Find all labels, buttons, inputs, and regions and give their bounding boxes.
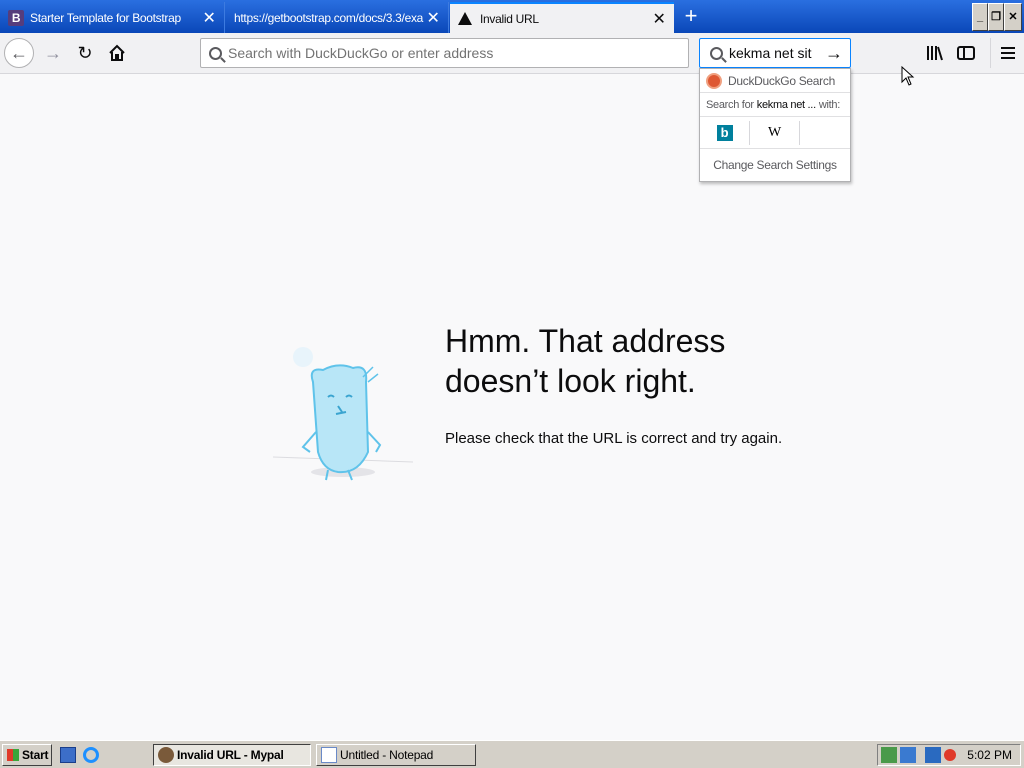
search-go-icon[interactable]: → [825, 43, 843, 64]
taskbar-item-notepad[interactable]: Untitled - Notepad [316, 744, 476, 766]
home-button[interactable] [102, 38, 132, 68]
home-icon [109, 44, 125, 61]
address-input[interactable] [228, 45, 668, 61]
clock[interactable]: 5:02 PM [967, 748, 1012, 762]
search-bar[interactable]: → [699, 38, 851, 68]
bing-icon: b [716, 124, 733, 141]
search-term: kekma net ... [756, 98, 816, 111]
error-page: Hmm. That address doesn’t look right. Pl… [0, 74, 1024, 740]
search-input[interactable] [729, 45, 815, 61]
wikipedia-icon: W [768, 124, 781, 140]
change-search-settings-button[interactable]: Change Search Settings [700, 149, 850, 181]
internet-explorer-icon[interactable] [83, 747, 99, 763]
new-tab-button[interactable]: + [678, 4, 704, 30]
minimize-button[interactable]: _ [972, 3, 988, 31]
restore-button[interactable]: ❐ [988, 3, 1004, 31]
close-tab-icon[interactable]: ✕ [650, 9, 668, 29]
menu-button[interactable] [990, 38, 1024, 68]
alternate-engines: b W [700, 117, 850, 149]
search-engine-header[interactable]: DuckDuckGo Search [700, 69, 850, 93]
tray-sound-muted-icon[interactable] [944, 749, 957, 761]
duckduckgo-icon [706, 72, 722, 89]
close-tab-icon[interactable]: ✕ [200, 8, 218, 28]
tray-app-icon[interactable] [881, 747, 898, 763]
library-icon [927, 46, 943, 61]
tray-connection-icon[interactable] [925, 747, 942, 763]
show-desktop-icon[interactable] [60, 747, 76, 763]
reload-button[interactable]: ↻ [70, 38, 100, 68]
notepad-icon [321, 747, 337, 763]
mypal-icon [158, 747, 174, 763]
wikipedia-engine-button[interactable]: W [750, 120, 800, 145]
start-button[interactable]: Start [2, 744, 52, 766]
sidebar-button[interactable] [951, 38, 981, 68]
tab-invalid-url[interactable]: Invalid URL ✕ [450, 2, 674, 33]
confused-mascot-illustration [272, 347, 414, 481]
navigation-toolbar: ← → ↻ → [0, 33, 1024, 74]
close-tab-icon[interactable]: ✕ [424, 8, 442, 28]
mouse-cursor-icon [901, 66, 915, 86]
forward-button[interactable]: → [38, 38, 68, 68]
address-bar[interactable] [200, 38, 689, 68]
system-tray: 5:02 PM [877, 744, 1021, 766]
tab-title: Invalid URL [480, 11, 539, 26]
search-for-label: Search for kekma net ... with: [700, 93, 850, 117]
search-icon [710, 46, 723, 60]
tab-starter-template[interactable]: B Starter Template for Bootstrap ✕ [0, 2, 225, 33]
hamburger-menu-icon [1000, 47, 1015, 59]
tray-network-icon[interactable] [900, 747, 917, 763]
taskbar-item-mypal[interactable]: Invalid URL - Mypal [153, 744, 311, 766]
tab-title: https://getbootstrap.com/docs/3.3/exa [234, 10, 424, 25]
tab-title: Starter Template for Bootstrap [30, 10, 181, 25]
library-button[interactable] [920, 38, 950, 68]
bootstrap-favicon-icon: B [8, 9, 24, 26]
error-title: Hmm. That address doesn’t look right. [445, 323, 726, 399]
search-engine-name: DuckDuckGo Search [728, 73, 835, 88]
sidebar-icon [957, 46, 975, 60]
search-icon [209, 46, 222, 60]
windows-logo-icon [7, 749, 19, 761]
tab-bar: B Starter Template for Bootstrap ✕ https… [0, 0, 1024, 33]
warning-icon [458, 12, 472, 25]
close-window-button[interactable]: ✕ [1004, 3, 1022, 31]
taskbar: Start Invalid URL - Mypal Untitled - Not… [0, 740, 1024, 768]
bing-engine-button[interactable]: b [700, 120, 750, 145]
search-suggestions-popup: DuckDuckGo Search Search for kekma net .… [699, 68, 851, 182]
back-button[interactable]: ← [4, 38, 34, 68]
error-description: Please check that the URL is correct and… [445, 430, 783, 447]
tab-getbootstrap[interactable]: https://getbootstrap.com/docs/3.3/exa ✕ [226, 2, 449, 33]
